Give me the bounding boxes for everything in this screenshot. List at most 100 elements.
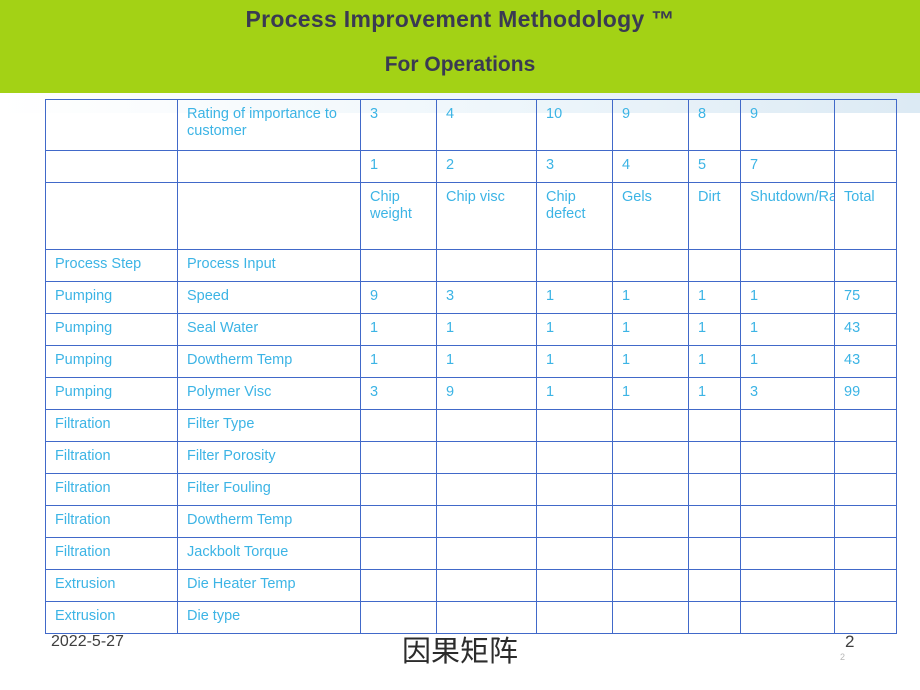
cell-rating-1: 4 bbox=[436, 99, 537, 151]
cell-value-1: 1 bbox=[436, 313, 537, 346]
cell-total bbox=[834, 441, 897, 474]
cell-step: Pumping bbox=[45, 313, 178, 346]
cell-index-step bbox=[45, 150, 178, 183]
cell-rating-3: 9 bbox=[612, 99, 689, 151]
cell-output-shutdown-rate: Shutdown/Rate bbox=[740, 182, 835, 250]
cell-value-3 bbox=[612, 473, 689, 506]
cell-value-2: 1 bbox=[536, 377, 613, 410]
table-row-column-headers: Process Step Process Input bbox=[45, 249, 897, 282]
cell-step: Extrusion bbox=[45, 569, 178, 602]
table-row: Filtration Filter Porosity bbox=[45, 441, 897, 474]
cell-rating-label: Rating of importance to customer bbox=[177, 99, 361, 151]
cell-step: Filtration bbox=[45, 537, 178, 570]
cell-input: Seal Water bbox=[177, 313, 361, 346]
cell-value-3: 1 bbox=[612, 281, 689, 314]
cell-value-2 bbox=[536, 537, 613, 570]
cell-total: 43 bbox=[834, 313, 897, 346]
cell-value-4 bbox=[688, 409, 741, 442]
cell-total bbox=[834, 409, 897, 442]
footer-page-number: 2 bbox=[845, 632, 855, 651]
cell-header-3 bbox=[612, 249, 689, 282]
table-row: Filtration Dowtherm Temp bbox=[45, 505, 897, 538]
footer-page-number-small: 2 bbox=[840, 652, 846, 662]
cell-input: Speed bbox=[177, 281, 361, 314]
cell-value-1: 1 bbox=[436, 345, 537, 378]
cell-value-1: 3 bbox=[436, 281, 537, 314]
cell-header-1 bbox=[436, 249, 537, 282]
cell-header-4 bbox=[688, 249, 741, 282]
cell-input: Die Heater Temp bbox=[177, 569, 361, 602]
cell-value-5 bbox=[740, 409, 835, 442]
cell-value-0: 1 bbox=[360, 345, 437, 378]
cell-value-3 bbox=[612, 537, 689, 570]
cell-value-5: 1 bbox=[740, 345, 835, 378]
cell-rating-0: 3 bbox=[360, 99, 437, 151]
cell-output-chip-weight: Chip weight bbox=[360, 182, 437, 250]
cell-value-4: 1 bbox=[688, 281, 741, 314]
ghost-watermark bbox=[453, 330, 455, 337]
cell-value-2: 1 bbox=[536, 345, 613, 378]
cell-value-1 bbox=[436, 473, 537, 506]
cell-value-5 bbox=[740, 441, 835, 474]
cell-header-process-step: Process Step bbox=[45, 249, 178, 282]
cell-value-4 bbox=[688, 473, 741, 506]
cell-index-0: 1 bbox=[360, 150, 437, 183]
cell-input: Jackbolt Torque bbox=[177, 537, 361, 570]
table-row: Filtration Jackbolt Torque bbox=[45, 537, 897, 570]
page-title-line2: For Operations bbox=[384, 53, 536, 76]
cell-value-3 bbox=[612, 441, 689, 474]
cell-total: 75 bbox=[834, 281, 897, 314]
matrix-table: Rating of importance to customer 3 4 10 … bbox=[45, 99, 897, 634]
cell-input: Polymer Visc bbox=[177, 377, 361, 410]
cell-value-3 bbox=[612, 505, 689, 538]
cell-value-2 bbox=[536, 409, 613, 442]
slide: Process Improvement Methodology ™ For Op… bbox=[0, 0, 920, 690]
cell-index-label bbox=[177, 150, 361, 183]
cell-value-1: 9 bbox=[436, 377, 537, 410]
cell-names-label bbox=[177, 182, 361, 250]
cell-index-3: 4 bbox=[612, 150, 689, 183]
cell-value-4: 1 bbox=[688, 313, 741, 346]
cell-header-6 bbox=[834, 249, 897, 282]
cell-value-4: 1 bbox=[688, 377, 741, 410]
cell-input: Dowtherm Temp bbox=[177, 345, 361, 378]
table-row-index: 1 2 3 4 5 7 bbox=[45, 150, 897, 183]
table-row: Pumping Seal Water 1 1 1 1 1 1 43 bbox=[45, 313, 897, 346]
table-row: Pumping Speed 9 3 1 1 1 1 75 bbox=[45, 281, 897, 314]
cell-input: Filter Porosity bbox=[177, 441, 361, 474]
page-title-line1: Process Improvement Methodology ™ bbox=[245, 6, 675, 32]
cell-value-3: 1 bbox=[612, 377, 689, 410]
cell-value-0 bbox=[360, 569, 437, 602]
cell-index-1: 2 bbox=[436, 150, 537, 183]
cell-input: Filter Fouling bbox=[177, 473, 361, 506]
cell-value-4 bbox=[688, 505, 741, 538]
cell-total: 99 bbox=[834, 377, 897, 410]
cell-input: Dowtherm Temp bbox=[177, 505, 361, 538]
cell-names-step bbox=[45, 182, 178, 250]
cell-value-4 bbox=[688, 569, 741, 602]
cell-value-4 bbox=[688, 441, 741, 474]
cell-value-5 bbox=[740, 569, 835, 602]
cell-value-0 bbox=[360, 537, 437, 570]
cell-total bbox=[834, 473, 897, 506]
cell-value-1 bbox=[436, 441, 537, 474]
cell-step: Filtration bbox=[45, 409, 178, 442]
cell-step: Pumping bbox=[45, 345, 178, 378]
cell-value-0 bbox=[360, 505, 437, 538]
cell-value-2 bbox=[536, 473, 613, 506]
footer-center-subtitle bbox=[0, 646, 920, 656]
cell-index-5: 7 bbox=[740, 150, 835, 183]
cell-value-3 bbox=[612, 409, 689, 442]
cell-output-chip-defect: Chip defect bbox=[536, 182, 613, 250]
cell-step: Pumping bbox=[45, 377, 178, 410]
cause-effect-matrix: Rating of importance to customer 3 4 10 … bbox=[45, 99, 897, 634]
cell-value-0: 3 bbox=[360, 377, 437, 410]
cell-index-2: 3 bbox=[536, 150, 613, 183]
cell-value-2: 1 bbox=[536, 281, 613, 314]
cell-value-4 bbox=[688, 537, 741, 570]
cell-header-2 bbox=[536, 249, 613, 282]
cell-value-5: 3 bbox=[740, 377, 835, 410]
cell-value-0 bbox=[360, 441, 437, 474]
cell-header-0 bbox=[360, 249, 437, 282]
cell-index-4: 5 bbox=[688, 150, 741, 183]
